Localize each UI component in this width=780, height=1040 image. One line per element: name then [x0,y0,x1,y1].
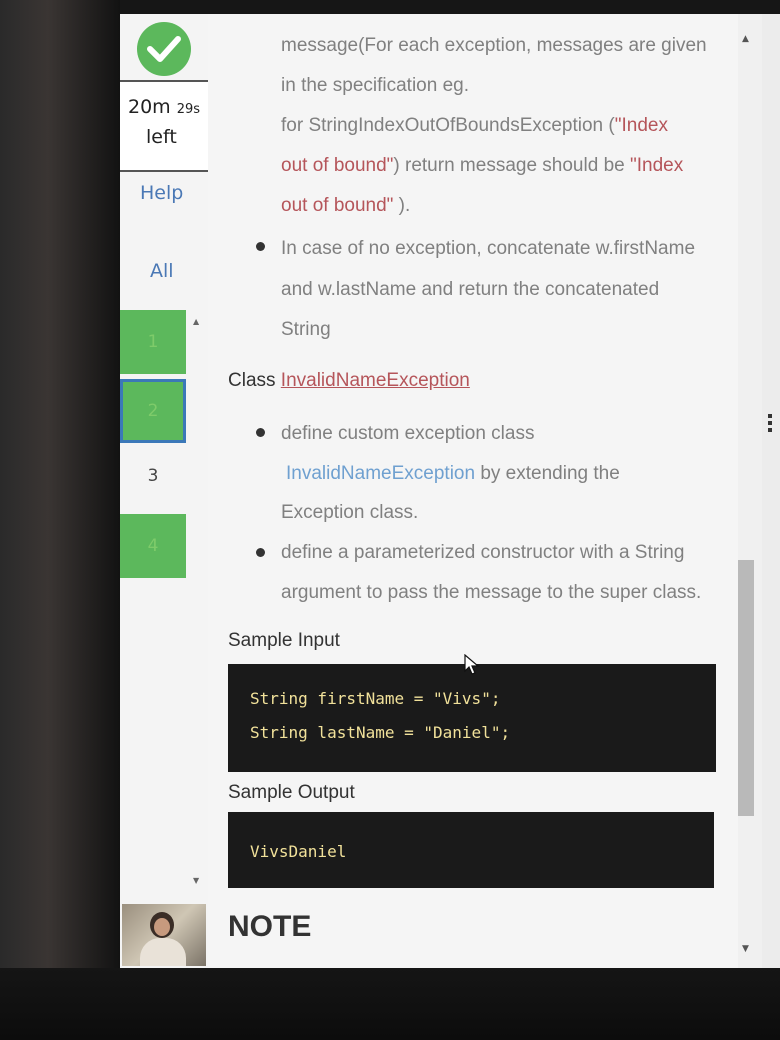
bullet-icon [256,548,265,557]
monitor-bezel-left [0,0,120,1040]
more-options-icon[interactable] [768,414,772,435]
mouse-pointer-icon [464,653,480,681]
text-line: define a parameterized constructor with … [281,542,685,563]
question-2-button[interactable]: 2 [120,379,186,443]
all-questions-link[interactable]: All [150,260,174,282]
class-prefix: Class [228,370,281,391]
scrollbar-thumb[interactable] [738,560,754,816]
text-span: for StringIndexOutOfBoundsException ( [281,115,615,136]
sample-output-code: VivsDaniel [228,812,714,888]
bullet-icon [256,428,265,437]
timer-left-label: left [146,126,177,148]
content-scrollbar[interactable]: ▲ ▼ [738,14,762,968]
question-4-button[interactable]: 4 [120,514,186,578]
sidebar-scroll-up-icon[interactable]: ▲ [193,317,199,326]
text-line: out of bound") return message should be … [281,146,683,186]
help-link[interactable]: Help [140,182,183,204]
code-line: String lastName = "Daniel"; [250,723,511,742]
status-area [120,14,208,78]
checkmark-icon [137,22,191,76]
timer-seconds: 29s [176,102,201,117]
text-line: InvalidNameException by extending the [286,454,620,494]
text-line: In case of no exception, concatenate w.f… [281,238,696,259]
text-line: String [281,319,331,340]
bullet-icon [256,242,265,251]
scroll-up-icon[interactable]: ▲ [742,34,749,44]
monitor-bezel-top [120,0,780,14]
webcam-avatar [122,904,206,966]
text-line: for StringIndexOutOfBoundsException ("In… [281,106,668,146]
sidebar-scroll-down-icon[interactable]: ▼ [193,876,199,885]
text-line: message(For each exception, messages are… [281,35,707,56]
code-line: String firstName = "Vivs"; [250,689,501,708]
timer-value: 20m 29s [128,96,200,118]
avatar-face [154,918,170,936]
monitor-bezel-bottom [0,968,780,1040]
text-line: in the specification eg. [281,75,470,96]
text-line: argument to pass the message to the supe… [281,582,702,603]
text-line: Exception class. [281,502,419,523]
right-panel-strip [762,14,780,968]
dot [768,414,772,418]
question-sidebar: 20m 29s left Help All ▲ 1 2 3 4 ▼ [120,14,208,968]
avatar-body [140,938,186,966]
text-span: ) return message should be [393,155,630,176]
note-heading: NOTE [228,910,312,943]
class-name-link[interactable]: InvalidNameException [281,370,470,391]
text-span: "Index [629,155,684,176]
question-3-button[interactable]: 3 [120,444,186,508]
dot [768,428,772,432]
class-heading: Class InvalidNameException [228,370,470,392]
problem-statement: message(For each exception, messages are… [208,14,738,968]
scroll-down-icon[interactable]: ▼ [742,944,749,954]
text-span: InvalidNameException [286,463,476,484]
question-1-button[interactable]: 1 [120,310,186,374]
text-line: define custom exception class [281,423,535,444]
dot [768,421,772,425]
text-span: ). [393,195,411,216]
text-span: by extending the [475,463,620,484]
sample-output-title: Sample Output [228,782,355,803]
sample-input-title: Sample Input [228,630,340,651]
timer-minutes: 20m [128,96,171,118]
code-line: VivsDaniel [250,842,347,861]
text-span: out of bound" [281,195,394,216]
text-line: and w.lastName and return the concatenat… [281,279,660,300]
text-span: "Index [614,115,668,136]
countdown-timer: 20m 29s left [120,80,208,172]
text-span: out of bound" [281,155,394,176]
text-line: out of bound" ). [281,186,410,226]
